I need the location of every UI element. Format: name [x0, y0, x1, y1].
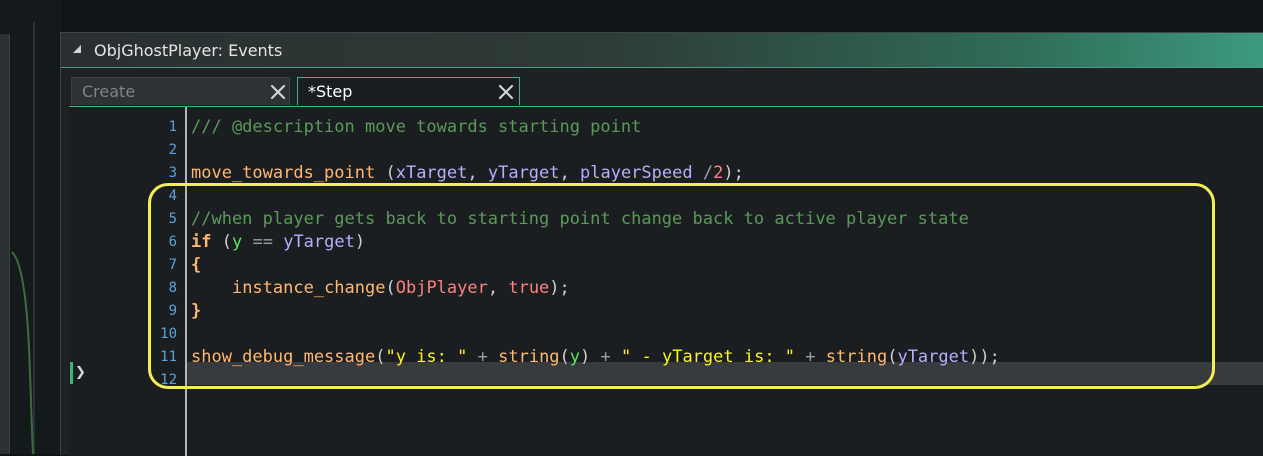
line-number: 10 [160, 326, 177, 342]
line-number: 8 [168, 280, 177, 296]
code-token-keyword: { [191, 255, 202, 275]
code-token-plain: ); [723, 163, 744, 183]
code-token-var: xTarget [395, 163, 468, 183]
tab-step-label: *Step [308, 82, 353, 101]
code-token-plain: , [467, 163, 488, 183]
code-token-op: + [805, 347, 816, 367]
window-title: ObjGhostPlayer: Events [94, 41, 283, 60]
line-number: 5 [168, 211, 177, 227]
close-x-icon[interactable] [498, 84, 514, 100]
line-number: 1 [168, 119, 177, 135]
code-token-plain: ( [385, 278, 396, 298]
code-token-plain: ); [549, 278, 570, 298]
code-token-func: string [498, 347, 560, 367]
line-number: 6 [168, 234, 177, 250]
code-token-comment: /// @description move towards starting p… [191, 117, 642, 137]
code-line[interactable]: } [191, 300, 201, 323]
code-token-var: playerSpeed [580, 163, 693, 183]
code-token-op: + [477, 347, 488, 367]
code-token-var: yTarget [283, 232, 355, 252]
code-line[interactable]: //when player gets back to starting poin… [191, 208, 969, 231]
collapse-triangle-icon[interactable] [73, 44, 83, 54]
code-token-op: == [252, 232, 273, 252]
event-tabs: Create *Step [61, 68, 1263, 106]
tab-step[interactable]: *Step [297, 77, 520, 105]
code-line[interactable]: { [191, 254, 201, 277]
code-editor[interactable]: ❯ 1 2 3 4 5 6 7 8 9 10 11 12 /// @description move … [69, 106, 1263, 456]
code-token-asset: ObjPlayer [395, 278, 488, 298]
line-number: 11 [160, 349, 177, 365]
code-line[interactable]: instance_change(ObjPlayer, true); [191, 277, 570, 300]
code-token-plain: )); [969, 347, 1000, 367]
code-token-op: / [702, 163, 714, 183]
code-token-plain: ( [375, 163, 396, 183]
code-token-comment: //when player gets back to starting poin… [191, 209, 969, 229]
code-token-plain: ( [887, 347, 898, 367]
code-token-string: " - yTarget is: " [621, 347, 796, 367]
code-token-num: 2 [713, 163, 724, 183]
code-token-plain: , [487, 278, 509, 298]
code-text-area[interactable]: /// @description move towards starting p… [187, 107, 1263, 456]
code-token-string: "y is: " [385, 347, 468, 367]
line-number: 9 [168, 303, 177, 319]
code-token-plain: ) [354, 232, 366, 252]
code-token-var: yTarget [897, 347, 970, 367]
code-token-plain: ( [211, 232, 232, 252]
line-number: 12 [160, 372, 177, 388]
code-token-plain: ) [580, 347, 601, 367]
line-number: 4 [168, 188, 177, 204]
code-token-func: instance_change [231, 278, 386, 298]
line-number: 7 [168, 257, 177, 273]
window-titlebar[interactable]: ObjGhostPlayer: Events [61, 33, 1263, 68]
code-line[interactable]: show_debug_message("y is: " + string(y) … [191, 346, 1000, 369]
code-line[interactable]: if (y == yTarget) [191, 231, 365, 254]
tab-create[interactable]: Create [71, 77, 290, 105]
line-number-gutter: ❯ 1 2 3 4 5 6 7 8 9 10 11 12 [69, 107, 187, 456]
code-token-func: move_towards_point [191, 163, 376, 183]
code-line[interactable]: move_towards_point (xTarget, yTarget, pl… [191, 162, 744, 185]
tab-create-label: Create [82, 82, 136, 101]
code-token-op: + [600, 347, 611, 367]
code-token-keyword: if [191, 232, 212, 252]
code-token-plain: ( [375, 347, 386, 367]
code-token-keyword: } [191, 301, 202, 321]
code-token-builtin: y [231, 232, 243, 252]
code-line[interactable]: /// @description move towards starting p… [191, 116, 641, 139]
code-token-const: true [508, 278, 550, 298]
line-number: 3 [168, 165, 177, 181]
code-token-plain: ( [559, 347, 570, 367]
background-graph-curve [11, 251, 34, 454]
code-token-func: show_debug_message [191, 347, 376, 367]
code-token-func: string [825, 347, 888, 367]
code-token-var: yTarget [487, 163, 560, 183]
code-token-builtin: y [569, 347, 581, 367]
close-x-icon[interactable] [270, 84, 286, 100]
events-window: ObjGhostPlayer: Events Create *Step ❯ 12… [60, 32, 1263, 456]
line-number: 2 [168, 142, 177, 158]
code-token-plain: , [559, 163, 580, 183]
